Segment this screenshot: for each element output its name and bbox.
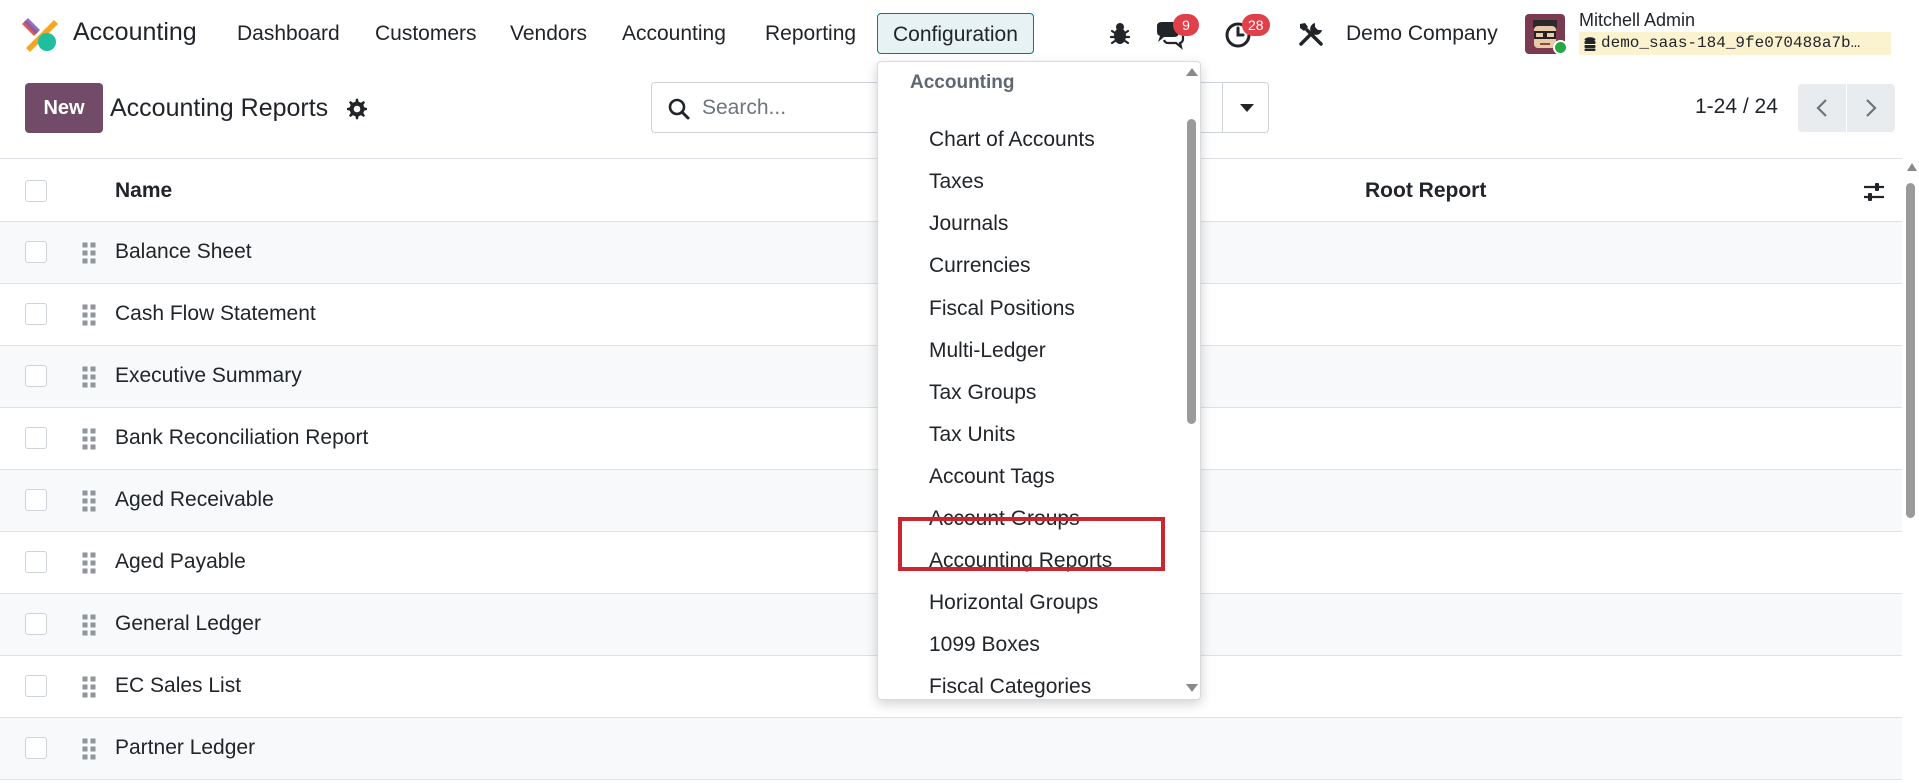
search-icon: [668, 98, 690, 120]
dropdown-scrollbar-thumb[interactable]: [1187, 119, 1196, 424]
chevron-left-icon: [1816, 99, 1827, 117]
row-checkbox[interactable]: [25, 427, 47, 449]
page-title: Accounting Reports: [110, 94, 329, 122]
report-name-cell[interactable]: Partner Ledger: [115, 736, 255, 760]
drag-handle-icon[interactable]: [82, 675, 96, 699]
scrollbar-thumb[interactable]: [1906, 183, 1915, 518]
database-icon: [1584, 37, 1596, 51]
report-name-cell[interactable]: Aged Payable: [115, 550, 246, 574]
row-checkbox[interactable]: [25, 241, 47, 263]
report-name-cell[interactable]: General Ledger: [115, 612, 261, 636]
activities-badge: 28: [1242, 14, 1270, 36]
report-name-cell[interactable]: Balance Sheet: [115, 240, 252, 264]
new-button[interactable]: New: [25, 83, 103, 133]
menu-accounting[interactable]: Accounting: [622, 22, 726, 46]
company-switcher[interactable]: Demo Company: [1346, 22, 1498, 46]
dropdown-item-horizontal-groups[interactable]: Horizontal Groups: [929, 591, 1098, 615]
online-status-dot: [1553, 40, 1568, 55]
app-name[interactable]: Accounting: [73, 18, 197, 47]
row-checkbox[interactable]: [25, 675, 47, 697]
sliders-icon[interactable]: [1862, 180, 1886, 204]
row-checkbox[interactable]: [25, 303, 47, 325]
configuration-dropdown: Accounting Chart of Accounts Taxes Journal…: [877, 61, 1201, 700]
dropdown-item-multi-ledger[interactable]: Multi-Ledger: [929, 339, 1046, 363]
user-name[interactable]: Mitchell Admin: [1579, 10, 1695, 31]
row-checkbox[interactable]: [25, 489, 47, 511]
menu-dashboard[interactable]: Dashboard: [237, 22, 340, 46]
drag-handle-icon[interactable]: [82, 303, 96, 327]
pager-next-button[interactable]: [1847, 84, 1895, 132]
dropdown-item-tax-units[interactable]: Tax Units: [929, 423, 1015, 447]
scroll-up-arrow-icon[interactable]: [1907, 163, 1917, 171]
pager-value[interactable]: 1-24 / 24: [1695, 95, 1778, 119]
report-name-cell[interactable]: EC Sales List: [115, 674, 241, 698]
report-name-cell[interactable]: Bank Reconciliation Report: [115, 426, 368, 450]
dropdown-item-1099-boxes[interactable]: 1099 Boxes: [929, 633, 1040, 657]
search-options-toggle[interactable]: [1222, 82, 1269, 133]
column-header-root-report[interactable]: Root Report: [1365, 179, 1486, 203]
report-name-cell[interactable]: Cash Flow Statement: [115, 302, 316, 326]
drag-handle-icon[interactable]: [82, 241, 96, 265]
table-row[interactable]: Partner Ledger: [0, 718, 1902, 780]
bug-icon[interactable]: [1104, 18, 1136, 50]
drag-handle-icon[interactable]: [82, 551, 96, 575]
report-name-cell[interactable]: Executive Summary: [115, 364, 302, 388]
page-scrollbar[interactable]: [1903, 163, 1919, 783]
caret-down-icon: [1240, 104, 1254, 112]
drag-handle-icon[interactable]: [82, 737, 96, 761]
drag-handle-icon[interactable]: [82, 489, 96, 513]
dropdown-section-accounting: Accounting: [910, 72, 1015, 93]
dropdown-scroll-down-icon[interactable]: [1186, 684, 1198, 692]
row-checkbox[interactable]: [25, 365, 47, 387]
top-navbar: Accounting Dashboard Customers Vendors A…: [0, 0, 1919, 66]
menu-customers[interactable]: Customers: [375, 22, 477, 46]
menu-reporting[interactable]: Reporting: [765, 22, 856, 46]
report-name-cell[interactable]: Aged Receivable: [115, 488, 274, 512]
drag-handle-icon[interactable]: [82, 613, 96, 637]
row-checkbox[interactable]: [25, 551, 47, 573]
dropdown-item-currencies[interactable]: Currencies: [929, 254, 1031, 278]
row-checkbox[interactable]: [25, 737, 47, 759]
column-header-name[interactable]: Name: [115, 179, 172, 203]
dropdown-item-account-tags[interactable]: Account Tags: [929, 465, 1055, 489]
drag-handle-icon[interactable]: [82, 365, 96, 389]
pager-previous-button[interactable]: [1798, 84, 1846, 132]
dropdown-scroll-up-icon[interactable]: [1186, 68, 1198, 76]
menu-vendors[interactable]: Vendors: [510, 22, 587, 46]
tools-icon[interactable]: [1295, 18, 1327, 50]
menu-configuration[interactable]: Configuration: [877, 13, 1034, 54]
gear-icon[interactable]: [345, 97, 369, 121]
chevron-right-icon: [1866, 99, 1877, 117]
select-all-checkbox[interactable]: [25, 180, 47, 202]
row-checkbox[interactable]: [25, 613, 47, 635]
dropdown-item-fiscal-categories[interactable]: Fiscal Categories: [929, 675, 1091, 699]
dropdown-item-journals[interactable]: Journals: [929, 212, 1008, 236]
dropdown-item-taxes[interactable]: Taxes: [929, 170, 984, 194]
database-tag: demo_saas-184_9fe070488a7b…: [1579, 32, 1891, 55]
messages-badge: 9: [1173, 14, 1199, 36]
database-name: demo_saas-184_9fe070488a7b…: [1601, 34, 1861, 52]
drag-handle-icon[interactable]: [82, 427, 96, 451]
dropdown-item-fiscal-positions[interactable]: Fiscal Positions: [929, 297, 1075, 321]
dropdown-item-chart-of-accounts[interactable]: Chart of Accounts: [929, 128, 1095, 152]
highlight-box: [898, 517, 1165, 571]
app-logo-icon[interactable]: [22, 16, 58, 52]
dropdown-item-tax-groups[interactable]: Tax Groups: [929, 381, 1036, 405]
